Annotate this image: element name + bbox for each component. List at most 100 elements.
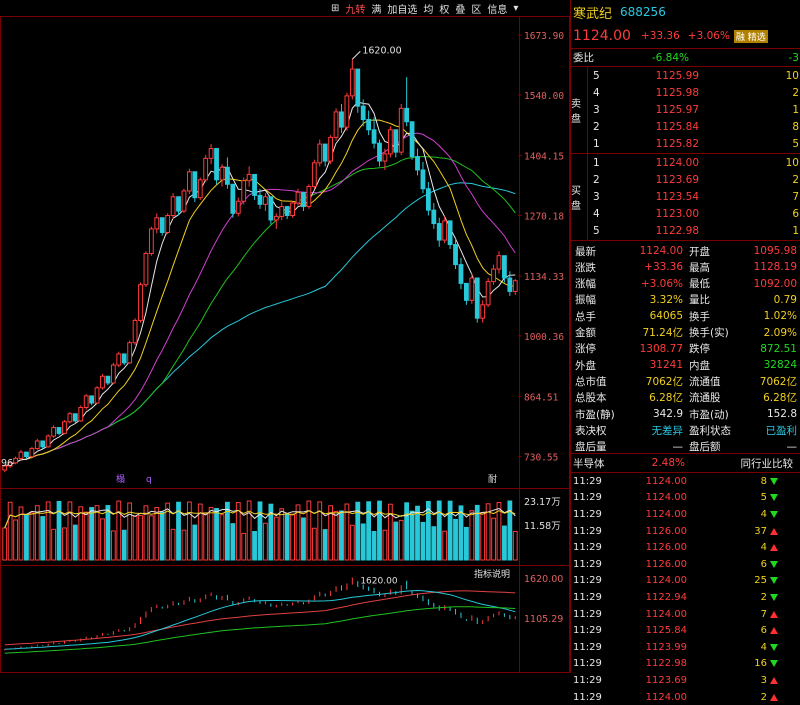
candle-body [463, 282, 469, 301]
buy-level-2[interactable]: 2 1123.69 2 [587, 171, 800, 188]
candle-body [13, 457, 18, 464]
buy-side-label: 买盘 [571, 154, 588, 240]
stat-label: 开盘 [689, 245, 710, 258]
weibi-label: 委比 [573, 52, 594, 64]
sell-level-1[interactable]: 1 1125.82 5 [587, 135, 800, 152]
sector-name[interactable]: 半导体 [571, 456, 629, 471]
tick-price: 1124.00 [645, 492, 687, 504]
event-mark[interactable]: 榻 [116, 473, 125, 485]
kline-chart-area[interactable]: 1673.90 1540.00 1404.15 1270.18 1134.33 1000.… [0, 0, 570, 673]
volume-bar [2, 527, 8, 561]
toolbar-item-1[interactable]: 九转 [344, 1, 366, 16]
tick-price: 1126.00 [645, 542, 687, 554]
toolbar-item-7[interactable]: 区 [470, 1, 482, 16]
indicator-help-link[interactable]: 指标说明 [474, 568, 510, 580]
level-number: 4 [593, 86, 600, 99]
volume-bar [469, 510, 475, 561]
candle-body [67, 413, 73, 423]
volume-bar [366, 501, 372, 561]
candle-body [360, 105, 366, 121]
stat-value: 64065 [649, 310, 683, 323]
toolbar-item-2[interactable]: 满 [370, 1, 382, 16]
margin-badge[interactable]: 融 精选 [733, 29, 768, 43]
stat-label: 涨幅 [575, 278, 596, 291]
down-arrow-icon [770, 477, 778, 485]
volume-bar [72, 524, 78, 561]
event-mark[interactable]: 耐 [488, 473, 497, 485]
stat-value: 342.9 [652, 408, 683, 420]
tick-time: 11:29 [573, 691, 602, 703]
tick-row: 11:29 1124.00 4 [571, 506, 800, 523]
up-arrow-icon [770, 527, 778, 535]
candle-body [203, 157, 209, 181]
candle-body [197, 179, 203, 199]
volume-bar [311, 527, 317, 561]
sell-level-4[interactable]: 4 1125.98 2 [587, 84, 800, 101]
stat-value: 1124.00 [639, 245, 683, 257]
candle-body [404, 107, 410, 123]
candle-body [24, 451, 29, 458]
candle-body [447, 220, 453, 246]
toolbar-item-3[interactable]: 加自选 [386, 1, 418, 16]
tick-time: 11:29 [573, 492, 602, 504]
sell-level-5[interactable]: 5 1125.99 10 [587, 67, 800, 84]
candle-body [186, 171, 192, 192]
stat-value: +3.06% [640, 277, 683, 290]
candle-body [496, 255, 502, 270]
tick-time: 11:29 [573, 674, 602, 686]
candle-body [382, 153, 388, 162]
tick-row: 11:29 1124.00 2 [571, 689, 800, 705]
toolbar-item-9[interactable]: ▾ [512, 3, 519, 14]
volume-bar [431, 526, 437, 561]
sector-compare-link[interactable]: 同行业比较 [685, 456, 800, 471]
volume-bar [382, 529, 388, 561]
level-price: 1123.69 [655, 173, 699, 186]
candle-body [480, 304, 486, 319]
volume-bar [34, 505, 40, 561]
toolbar-item-4[interactable]: 均 [422, 1, 434, 16]
sell-level-2[interactable]: 2 1125.84 8 [587, 118, 800, 135]
volume-bar [263, 522, 268, 561]
event-mark[interactable]: q [146, 475, 152, 485]
sell-level-3[interactable]: 3 1125.97 1 [587, 101, 800, 118]
buy-level-3[interactable]: 3 1123.54 7 [587, 188, 800, 205]
stat-value: 31241 [649, 359, 683, 372]
buy-level-4[interactable]: 4 1123.00 6 [587, 205, 800, 222]
volume-bar [463, 526, 469, 561]
candle-body [110, 364, 116, 384]
tick-time: 11:29 [573, 608, 602, 620]
candle-body [208, 148, 214, 159]
candle-body [252, 173, 257, 196]
stat-value: 2.09% [763, 326, 797, 339]
level-volume: 2 [792, 86, 799, 99]
tick-volume: 8 [760, 475, 767, 487]
toolbar-item-5[interactable]: 权 [438, 1, 450, 16]
toolbar-item-6[interactable]: 叠 [454, 1, 466, 16]
price-tick-label: 1134.33 [524, 272, 564, 283]
buy-level-5[interactable]: 5 1122.98 1 [587, 222, 800, 239]
tick-list[interactable]: 11:29 1124.00 8 11:29 1124.00 5 11:29 1124.00 4 1… [571, 473, 800, 705]
toolbar-item-0[interactable]: ⊞ [330, 3, 340, 14]
tick-price: 1124.00 [645, 575, 687, 587]
up-arrow-icon [770, 693, 778, 701]
volume-bar [333, 510, 339, 561]
volume-bar [442, 530, 448, 561]
tick-row: 11:29 1122.98 16 [571, 656, 800, 673]
volume-bar [186, 501, 192, 561]
level-volume: 5 [792, 137, 799, 150]
candle-body [246, 173, 252, 182]
candle-body [94, 387, 100, 404]
volume-bar [203, 512, 209, 561]
candle-body [121, 353, 127, 364]
volume-bar [458, 505, 464, 561]
candle-body [40, 440, 46, 448]
stat-value: 152.8 [766, 408, 797, 420]
buy-level-1[interactable]: 1 1124.00 10 [587, 154, 800, 171]
tick-volume: 3 [760, 674, 767, 686]
level-price: 1123.54 [655, 190, 699, 203]
toolbar-item-8[interactable]: 信息 [486, 1, 508, 16]
candle-body [45, 435, 51, 448]
candle-body [436, 223, 442, 241]
kline-chart[interactable]: 1673.90 1540.00 1404.15 1270.18 1134.33 1000.… [0, 0, 570, 673]
tick-volume: 2 [760, 691, 767, 703]
